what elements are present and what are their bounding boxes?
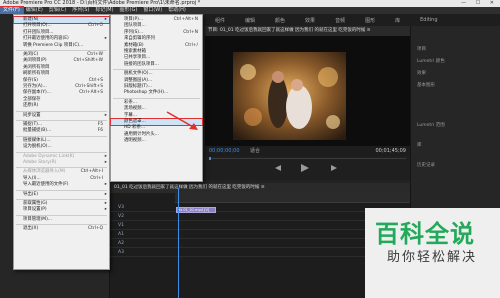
panel-label[interactable]: 库: [417, 142, 422, 148]
timeline-clip[interactable]: fx 01_01.mp4 [V]: [176, 207, 216, 213]
menu-item[interactable]: 同步设置 ▸: [14, 113, 109, 119]
timeline-playhead[interactable]: [178, 188, 179, 298]
menu-separator: [16, 120, 107, 121]
menu-item[interactable]: 剪辑(C): [46, 7, 69, 14]
workspace-tab[interactable]: 效果: [295, 17, 325, 24]
window-title: Adobe Premiere Pro CC 2018 - D:\百科文件\Ado…: [3, 0, 201, 6]
duration-timecode: 00;01;45;09: [375, 148, 406, 154]
submenu-arrow-icon: ▸: [104, 112, 107, 118]
menu-item[interactable]: Adobe Story(R) ▸: [14, 160, 109, 166]
menu-item[interactable]: 图形(G): [117, 7, 141, 14]
menu-item-label: 批量捕捉(B)...: [23, 128, 52, 134]
submenu-arrow-icon: ▸: [104, 207, 107, 213]
menu-item[interactable]: 项目管理(M)...: [14, 217, 109, 223]
menu-item-shortcut: F6: [97, 128, 103, 134]
menu-item[interactable]: Photoshop 文件(H)...: [111, 90, 202, 96]
watermark: 百科全说 助你轻松解决: [365, 208, 500, 298]
panel-label[interactable]: 项目: [417, 46, 426, 52]
menu-item-label: 同步设置: [23, 112, 41, 118]
watermark-subtitle: 助你轻松解决: [387, 250, 478, 265]
workspace-tab[interactable]: 颜色: [265, 17, 295, 24]
workspace-tab[interactable]: 库: [385, 17, 410, 24]
menu-item[interactable]: 编辑(E): [23, 7, 46, 14]
play-icon[interactable]: [301, 164, 309, 172]
menu-item[interactable]: 设为脱机(O)...: [14, 144, 109, 150]
menu-item-label: 还原(R): [23, 103, 39, 109]
workspace-tab[interactable]: Editing: [410, 17, 447, 23]
window-controls[interactable]: — ☐ ✕: [461, 0, 498, 7]
workspace-tab[interactable]: 图形: [355, 17, 385, 24]
panel-label[interactable]: 历史记录: [417, 162, 435, 168]
submenu-arrow-icon: ▸: [104, 160, 107, 165]
menu-separator: [16, 135, 107, 137]
menu-item-label: 项目设置(P): [23, 207, 47, 213]
menu-separator: [16, 50, 107, 51]
submenu-arrow-icon: ▸: [104, 182, 107, 188]
panel-label[interactable]: Lumetri 范围: [417, 122, 445, 128]
menu-item[interactable]: 透明视频...: [111, 138, 202, 144]
menu-separator: [16, 214, 107, 216]
menu-item-label: 项目管理(M)...: [23, 216, 52, 222]
menu-separator: [113, 97, 200, 99]
menu-item[interactable]: 项目设置(P) ▸: [14, 207, 109, 213]
transport-controls: [205, 156, 410, 180]
panel-label[interactable]: 效果: [417, 70, 426, 76]
file-menu: 新建(N) ▸ 打开项目(O)... Ctrl+O 打开团队项目... 打开最近使用的内容…: [13, 14, 110, 270]
menu-item-label: 导入最近使用的文件(F): [23, 182, 69, 188]
workspace-tab[interactable]: 编辑: [235, 17, 265, 24]
step-back-icon[interactable]: [275, 165, 281, 171]
menu-item[interactable]: 帮助(H): [165, 7, 189, 14]
playhead-timecode[interactable]: 00;00;00;00: [209, 146, 240, 156]
track-name: V2: [118, 214, 124, 219]
menu-item-shortcut: Ctrl+Q: [88, 226, 103, 232]
menu-item-label: 导出(E): [23, 191, 38, 197]
menu-bar: 文件(F) 编辑(E) 剪辑(C) 序列(S) 标记(M) 图形(G) 窗口(W) 帮助(H): [0, 6, 500, 15]
menu-item[interactable]: 转换 Premiere Clip 项目(C)...: [14, 43, 109, 49]
track-name: V1: [118, 223, 124, 228]
panel-label[interactable]: 基本图形: [417, 82, 435, 88]
track-name: A3: [118, 250, 124, 255]
menu-item[interactable]: 标记(M): [92, 7, 116, 14]
menu-item[interactable]: 序列(S): [69, 7, 92, 14]
menu-item-label: 退出(X): [23, 226, 39, 232]
menu-separator: [16, 110, 107, 112]
track-name: V3: [118, 205, 124, 210]
menu-item[interactable]: 导出(E) ▸: [14, 192, 109, 198]
submenu-arrow-icon: ▸: [104, 191, 107, 197]
new-submenu: 项目(P)... Ctrl+Alt+N 团队项目... 序列(S)... Ctrl+N 来…: [110, 14, 203, 182]
timeline-header[interactable]: 01_01 吃过饭后我就回家了就这样做 因为我们 的就在这里 吃完饭的时候 ≡: [110, 183, 410, 193]
workspace-tabs: 组件 编辑 颜色 效果 音频 图形库 Editing: [205, 14, 500, 26]
video-frame: [233, 52, 346, 140]
monitor-controls-bar: 00;00;00;00 适合 00;01;45;09: [205, 146, 410, 156]
watermark-title: 百科全说: [375, 220, 475, 248]
menu-item-label: Adobe Story(R): [23, 160, 57, 165]
zoom-fit-select[interactable]: 适合: [250, 146, 260, 156]
menu-item[interactable]: 还原(R): [14, 103, 109, 109]
menu-item-label: Photoshop 文件(H)...: [124, 90, 169, 96]
window-title-bar: Adobe Premiere Pro CC 2018 - D:\百科文件\Ado…: [0, 0, 500, 7]
timeline-ruler[interactable]: [175, 193, 410, 203]
menu-item[interactable]: 导入最近使用的文件(F) ▸: [14, 182, 109, 188]
menu-item-label: 链接的团队项目...: [124, 61, 159, 67]
menu-item[interactable]: 链接的团队项目...: [111, 62, 202, 68]
clip-label: fx 01_01.mp4 [V]: [179, 208, 210, 212]
menu-item-label: 透明视频...: [124, 138, 146, 144]
step-forward-icon[interactable]: [331, 165, 337, 171]
menu-item[interactable]: 文件(F): [0, 6, 24, 15]
menu-item[interactable]: 批量捕捉(B)... F6: [14, 128, 109, 134]
menu-item[interactable]: 退出(X) Ctrl+Q: [14, 226, 109, 232]
menu-item[interactable]: 窗口(W): [140, 7, 165, 14]
menu-item-label: 设为脱机(O)...: [23, 144, 52, 150]
program-monitor-header[interactable]: 节目: 01_01 吃过饭后我就回家了就这样做 因为我们 的就在这里 吃完饭的时…: [205, 26, 410, 36]
track-name: A2: [118, 241, 124, 246]
panel-label[interactable]: Lumetri 颜色: [417, 58, 445, 64]
red-arrow-icon: [166, 111, 198, 130]
workspace-tab[interactable]: 组件: [205, 17, 235, 24]
menu-separator: [16, 199, 107, 200]
track-name: A1: [118, 232, 124, 237]
menu-separator: [16, 189, 107, 191]
menu-item-label: 转换 Premiere Clip 项目(C)...: [23, 42, 84, 48]
menu-separator: [16, 151, 107, 153]
workspace-tab[interactable]: 音频: [325, 17, 355, 24]
